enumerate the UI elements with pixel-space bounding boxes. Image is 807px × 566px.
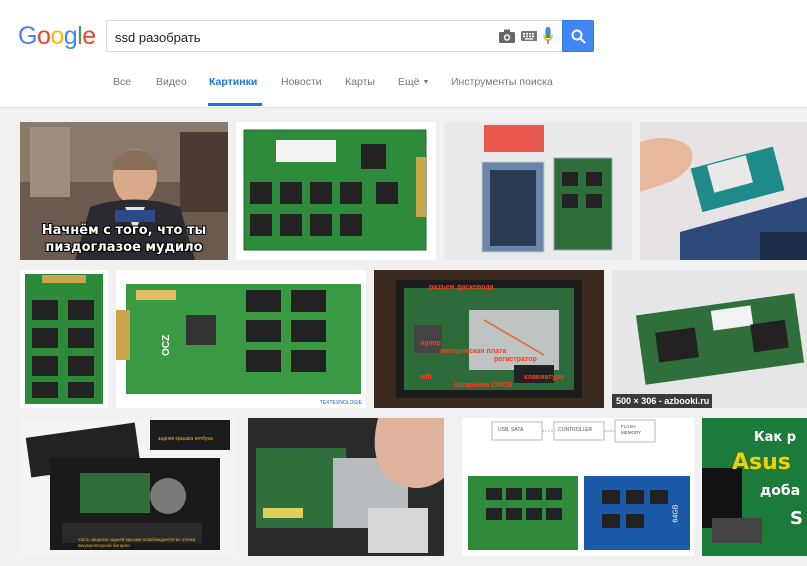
meme-caption-line2: пиздоглазое мудило — [45, 240, 203, 255]
brand-label: OCZ — [161, 334, 173, 357]
image-result[interactable]: Как р Asus доба S — [702, 418, 807, 556]
watermark: TEXTEXNOLOGIE — [319, 400, 362, 406]
logo-letter: G — [18, 22, 37, 50]
image-result[interactable] — [20, 270, 108, 408]
image-result[interactable] — [236, 122, 436, 260]
image-result[interactable] — [640, 122, 807, 260]
ssd-board-photo — [236, 122, 436, 260]
tab-images[interactable]: Картинки — [209, 76, 257, 88]
diagram-box-label: CONTROLLER — [558, 427, 593, 433]
ad-text: доба — [760, 483, 801, 499]
image-size-caption: 500 × 306 - azbooki.ru — [612, 394, 712, 408]
image-result[interactable]: OCZ TEXTEXNOLOGIE — [116, 270, 366, 408]
keyboard-icon[interactable] — [521, 31, 537, 41]
diagram-box-label: FLASH MEMORY — [621, 424, 642, 435]
image-result[interactable] — [444, 122, 632, 260]
tab-news[interactable]: Новости — [281, 76, 322, 88]
logo-letter: o — [50, 22, 64, 50]
image-result[interactable]: 500 × 306 - azbooki.ru — [612, 270, 807, 408]
ad-text: S — [790, 508, 803, 529]
ssd-case-photo — [444, 122, 632, 260]
ad-text: Как р — [754, 430, 797, 445]
logo-letter: g — [63, 22, 78, 50]
annotation-label: клавиатура — [524, 374, 565, 381]
tab-maps[interactable]: Карты — [345, 76, 375, 88]
msata-install-photo — [640, 122, 807, 260]
search-button[interactable] — [562, 20, 594, 52]
image-results-grid: Начнём с того, что ты пиздоглазое мудило — [0, 108, 807, 566]
tab-video[interactable]: Видео — [156, 76, 187, 88]
annotation-label: wifi — [420, 374, 432, 381]
active-tab-indicator — [208, 103, 262, 106]
image-result[interactable]: задняя крышка нетбука часть защелок задн… — [20, 418, 236, 556]
logo-letter: o — [36, 22, 51, 50]
annotation-label: батарейка CMOS — [454, 382, 513, 389]
logo-letter: e — [82, 22, 96, 50]
annotation-label: разъем дисковода — [429, 284, 494, 291]
ssd-board-photo — [20, 270, 108, 408]
microphone-icon[interactable] — [543, 27, 553, 45]
ssd-diagram — [462, 418, 694, 556]
tab-more[interactable]: Ещё ▼ — [398, 76, 429, 88]
ad-text: Asus — [732, 450, 791, 475]
annotation-label: регистратор — [494, 356, 537, 363]
tab-search-tools[interactable]: Инструменты поиска — [451, 76, 553, 88]
camera-icon[interactable] — [499, 29, 515, 43]
header-bar: Google Все — [0, 0, 807, 108]
image-result[interactable]: USB, SATA CONTROLLER FLASH MEMORY 64GB — [462, 418, 694, 556]
annotation-label: материнская плата — [440, 348, 507, 355]
image-result[interactable] — [248, 418, 444, 556]
hdd-removal-photo — [248, 418, 444, 556]
caret-down-icon: ▼ — [422, 78, 430, 86]
chip-capacity-label: 64GB — [672, 504, 680, 523]
search-icon — [571, 29, 586, 44]
msata-ssd-photo — [612, 270, 807, 408]
search-input[interactable] — [115, 27, 475, 47]
tab-more-label: Ещё — [398, 76, 420, 88]
annotation-label: кулер — [421, 340, 441, 347]
google-logo[interactable]: Google — [18, 22, 96, 51]
tab-all[interactable]: Все — [113, 76, 131, 88]
image-result[interactable]: Начнём с того, что ты пиздоглазое мудило — [20, 122, 228, 260]
image-result[interactable]: разъем дисковода материнская плата кулер… — [374, 270, 604, 408]
meme-caption-line1: Начнём с того, что ты — [41, 223, 207, 238]
annotation-label: часть защелок задней крышки освобождаетс… — [78, 537, 196, 548]
annotation-label: задняя крышка нетбука — [158, 436, 213, 442]
diagram-box-label: USB, SATA — [498, 427, 524, 433]
ocz-ssd-board-photo — [116, 270, 366, 408]
search-box — [106, 20, 562, 52]
search-tabs: Все Видео Картинки Новости Карты Ещё ▼ Ин… — [0, 68, 807, 108]
